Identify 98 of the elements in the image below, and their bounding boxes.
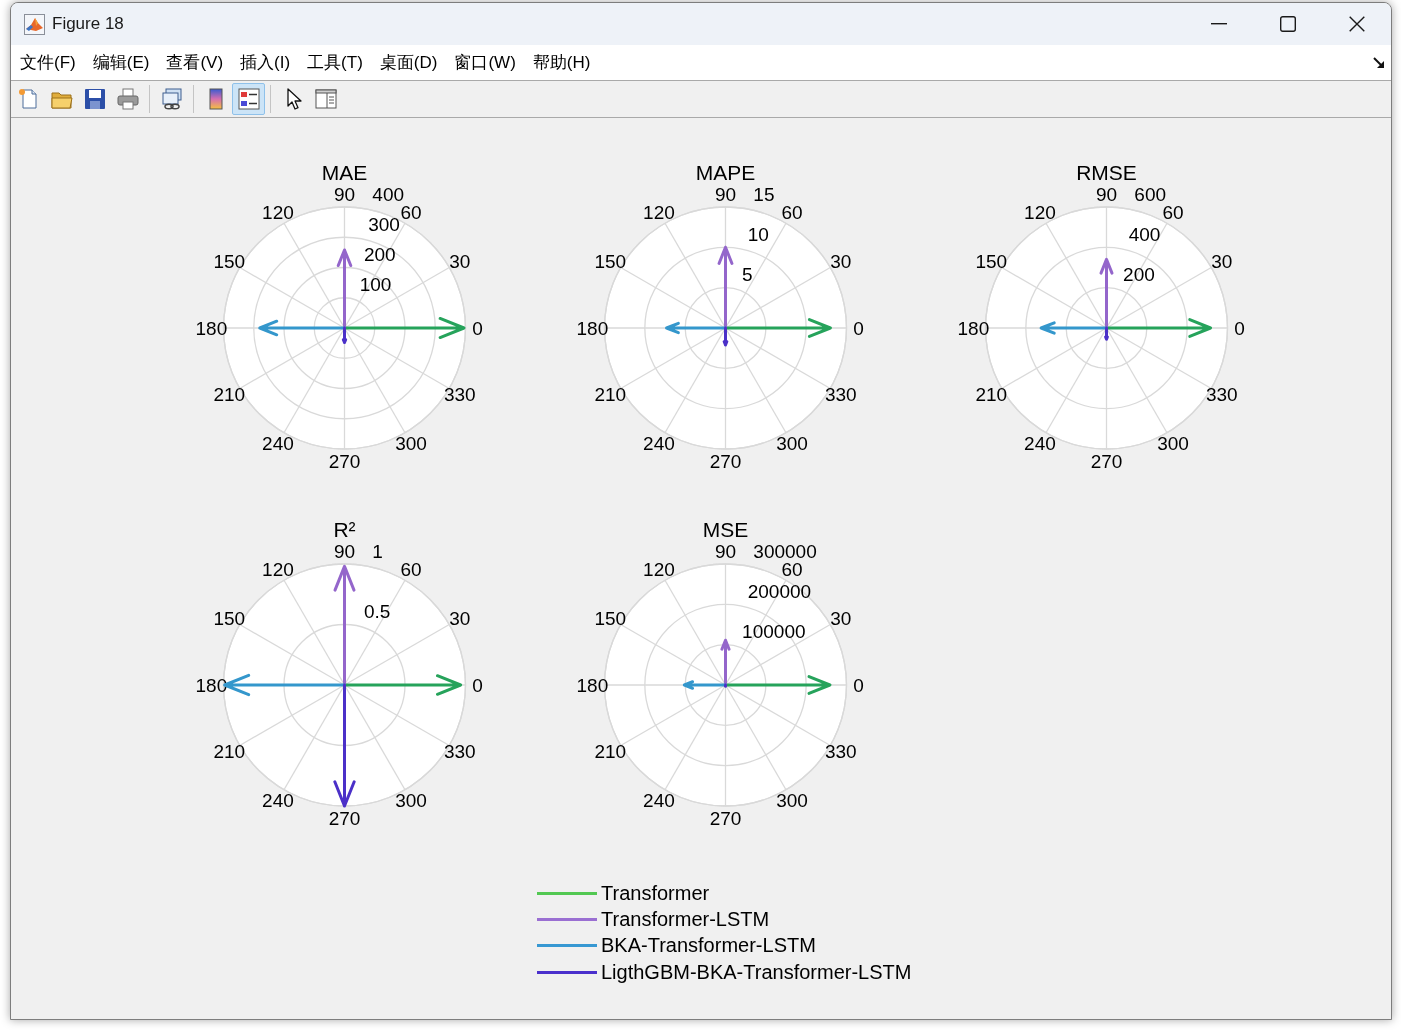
radius-tick-label: 1 bbox=[371, 541, 383, 563]
menu-item[interactable]: 桌面(D) bbox=[379, 51, 438, 74]
angle-tick-label: 150 bbox=[974, 250, 1007, 272]
radius-tick-label: 0.5 bbox=[363, 601, 390, 623]
angle-tick-label: 270 bbox=[1090, 450, 1122, 472]
angle-tick-label: 210 bbox=[212, 741, 245, 763]
panel-icon bbox=[314, 88, 337, 110]
chart-title: MAPE bbox=[695, 161, 755, 184]
angle-tick-label: 180 bbox=[195, 674, 227, 696]
angle-tick-label: 210 bbox=[212, 384, 245, 406]
angle-tick-label: 300 bbox=[775, 432, 808, 454]
radius-tick-label: 300 bbox=[367, 214, 400, 236]
angle-tick-label: 270 bbox=[709, 450, 741, 472]
angle-tick-label: 240 bbox=[642, 789, 675, 811]
chart-title: MAE bbox=[321, 161, 367, 184]
angle-tick-label: 300 bbox=[394, 432, 427, 454]
angle-tick-label: 150 bbox=[593, 607, 626, 629]
angle-tick-label: 150 bbox=[212, 607, 245, 629]
angle-tick-label: 0 bbox=[1233, 317, 1245, 339]
angle-tick-label: 90 bbox=[333, 184, 355, 206]
angle-tick-label: 270 bbox=[328, 807, 360, 829]
angle-tick-label: 120 bbox=[261, 202, 294, 224]
angle-tick-label: 210 bbox=[593, 384, 626, 406]
angle-tick-label: 0 bbox=[852, 674, 864, 696]
angle-tick-label: 300 bbox=[1156, 432, 1189, 454]
window-title: Figure 18 bbox=[52, 14, 124, 34]
menu-item[interactable]: 窗口(W) bbox=[454, 51, 516, 74]
angle-tick-label: 30 bbox=[1210, 250, 1232, 272]
legend-label: LigthGBM-BKA-Transformer-LSTM bbox=[601, 960, 912, 984]
angle-tick-label: 30 bbox=[829, 250, 851, 272]
angle-tick-label: 120 bbox=[1023, 202, 1056, 224]
angle-tick-label: 300 bbox=[775, 789, 808, 811]
minimize-icon bbox=[1210, 23, 1227, 25]
radius-tick-label: 5 bbox=[741, 264, 753, 286]
chart-title: RMSE bbox=[1075, 161, 1137, 184]
angle-tick-label: 300 bbox=[394, 789, 427, 811]
menu-item[interactable]: 查看(V) bbox=[166, 51, 224, 74]
angle-tick-label: 90 bbox=[714, 541, 736, 563]
angle-tick-label: 30 bbox=[448, 250, 470, 272]
radius-tick-label: 200 bbox=[363, 244, 396, 266]
radius-tick-label: 200 bbox=[1122, 264, 1155, 286]
angle-tick-label: 120 bbox=[642, 559, 675, 581]
angle-tick-label: 210 bbox=[974, 384, 1007, 406]
angle-tick-label: 330 bbox=[443, 741, 476, 763]
angle-tick-label: 330 bbox=[443, 384, 476, 406]
angle-tick-label: 270 bbox=[328, 450, 360, 472]
angle-tick-label: 270 bbox=[709, 807, 741, 829]
angle-tick-label: 180 bbox=[957, 317, 989, 339]
close-icon bbox=[1348, 16, 1365, 32]
angle-tick-label: 240 bbox=[1023, 432, 1056, 454]
angle-tick-label: 60 bbox=[400, 559, 422, 581]
angle-tick-label: 150 bbox=[212, 250, 245, 272]
angle-tick-label: 90 bbox=[333, 541, 355, 563]
dock-arrow-icon[interactable] bbox=[1373, 56, 1385, 69]
legend-label: BKA-Transformer-LSTM bbox=[601, 934, 816, 958]
legend-icon bbox=[237, 88, 260, 110]
angle-tick-label: 150 bbox=[593, 250, 626, 272]
linked-windows-icon bbox=[160, 88, 183, 110]
menu-item[interactable]: 帮助(H) bbox=[532, 51, 591, 74]
angle-tick-label: 240 bbox=[261, 432, 294, 454]
printer-icon bbox=[116, 88, 139, 110]
angle-tick-label: 180 bbox=[576, 674, 608, 696]
new-page-icon bbox=[17, 88, 40, 110]
menu-item[interactable]: 编辑(E) bbox=[92, 51, 150, 74]
menu-item[interactable]: 插入(I) bbox=[240, 51, 291, 74]
angle-tick-label: 180 bbox=[576, 317, 608, 339]
radius-tick-label: 400 bbox=[1128, 224, 1160, 246]
angle-tick-label: 60 bbox=[781, 202, 803, 224]
app-logo-icon bbox=[24, 13, 45, 35]
menu-item[interactable]: 文件(F) bbox=[20, 51, 76, 74]
angle-tick-label: 330 bbox=[1205, 384, 1238, 406]
legend-label: Transformer-LSTM bbox=[601, 907, 770, 931]
angle-tick-label: 90 bbox=[1095, 184, 1117, 206]
angle-tick-label: 0 bbox=[471, 317, 483, 339]
angle-tick-label: 120 bbox=[642, 202, 675, 224]
angle-tick-label: 120 bbox=[261, 559, 294, 581]
radius-tick-label: 100000 bbox=[741, 621, 805, 643]
legend-button[interactable] bbox=[232, 83, 265, 115]
chart-title: R² bbox=[332, 518, 356, 541]
angle-tick-label: 240 bbox=[261, 789, 294, 811]
radius-tick-label: 200000 bbox=[747, 581, 811, 603]
angle-tick-label: 210 bbox=[593, 741, 626, 763]
angle-tick-label: 180 bbox=[195, 317, 227, 339]
maximize-icon bbox=[1279, 16, 1296, 32]
chart-title: MSE bbox=[702, 518, 748, 541]
radius-tick-label: 100 bbox=[359, 274, 391, 296]
angle-tick-label: 30 bbox=[448, 607, 470, 629]
angle-tick-label: 330 bbox=[824, 741, 857, 763]
angle-tick-label: 90 bbox=[714, 184, 736, 206]
angle-tick-label: 0 bbox=[471, 674, 483, 696]
menu-item[interactable]: 工具(T) bbox=[307, 51, 363, 74]
angle-tick-label: 330 bbox=[824, 384, 857, 406]
radius-tick-label: 10 bbox=[747, 224, 769, 246]
legend-label: Transformer bbox=[601, 881, 710, 905]
angle-tick-label: 30 bbox=[829, 607, 851, 629]
angle-tick-label: 0 bbox=[852, 317, 864, 339]
radius-tick-label: 15 bbox=[752, 184, 774, 206]
angle-tick-label: 240 bbox=[642, 432, 675, 454]
